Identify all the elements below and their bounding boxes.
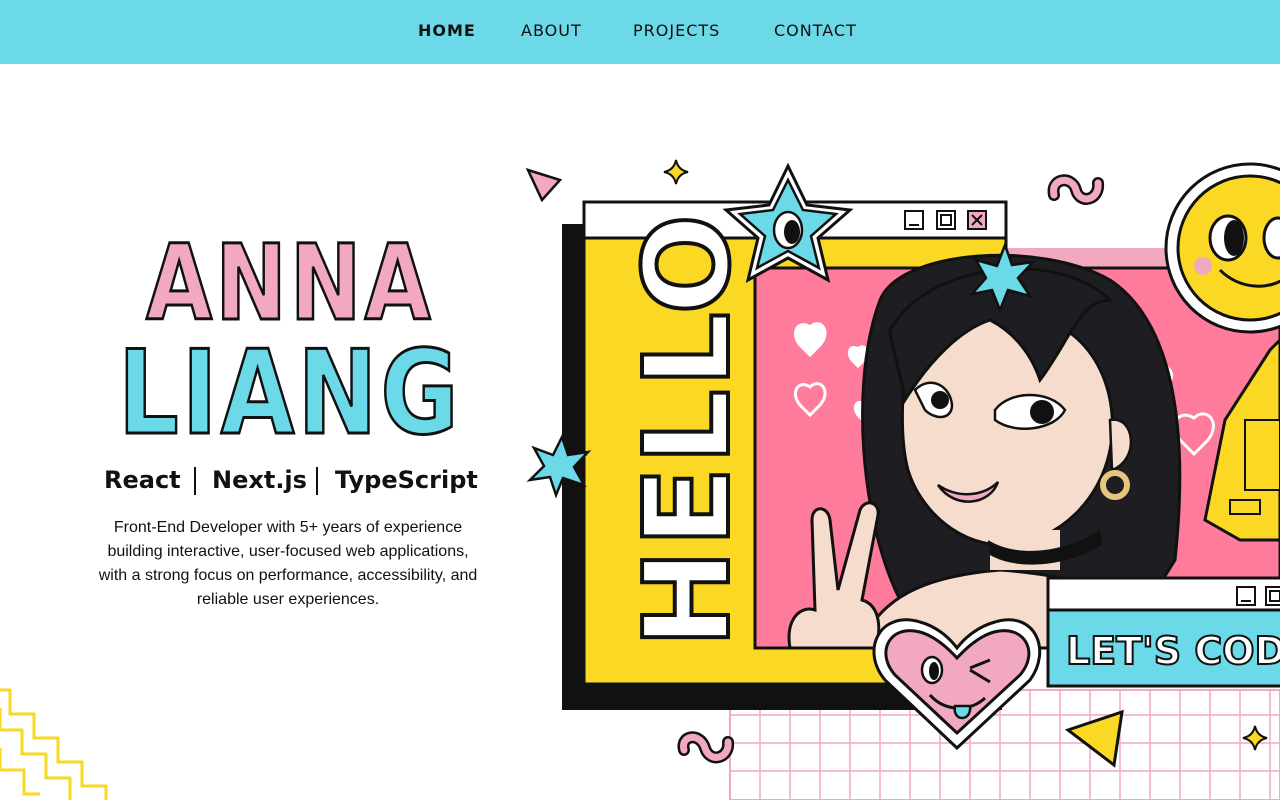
lets-code-banner-text: LET'S CODE	[1066, 629, 1280, 673]
stack-divider	[194, 467, 196, 495]
maximize-icon	[936, 210, 956, 230]
top-navigation: HOME ABOUT PROJECTS CONTACT	[0, 0, 1280, 64]
hero-last-name: LIANG	[117, 325, 462, 463]
minimize-icon	[904, 210, 924, 230]
tech-stack-typescript: TypeScript	[335, 466, 478, 494]
hero-bio: Front-End Developer with 5+ years of exp…	[98, 519, 478, 608]
minimize-icon	[1236, 586, 1256, 606]
nav-home-link[interactable]: HOME	[418, 21, 476, 40]
maximize-icon	[1265, 586, 1280, 606]
close-icon	[967, 210, 987, 230]
nav-contact-link[interactable]: CONTACT	[774, 21, 857, 40]
nav-projects-link[interactable]: PROJECTS	[633, 21, 720, 40]
nav-about-link[interactable]: ABOUT	[521, 21, 582, 40]
zigzag-decoration	[0, 688, 108, 800]
sparkle-icon	[663, 159, 689, 185]
hello-vertical-text: HELLO	[618, 212, 756, 648]
stack-divider	[316, 467, 318, 495]
tech-stack-react: React	[104, 466, 181, 494]
triangle-icon	[525, 167, 563, 203]
hero-illustration: HELLO LET'S CODE	[525, 159, 1280, 800]
tech-stack-nextjs: Next.js	[212, 466, 307, 494]
